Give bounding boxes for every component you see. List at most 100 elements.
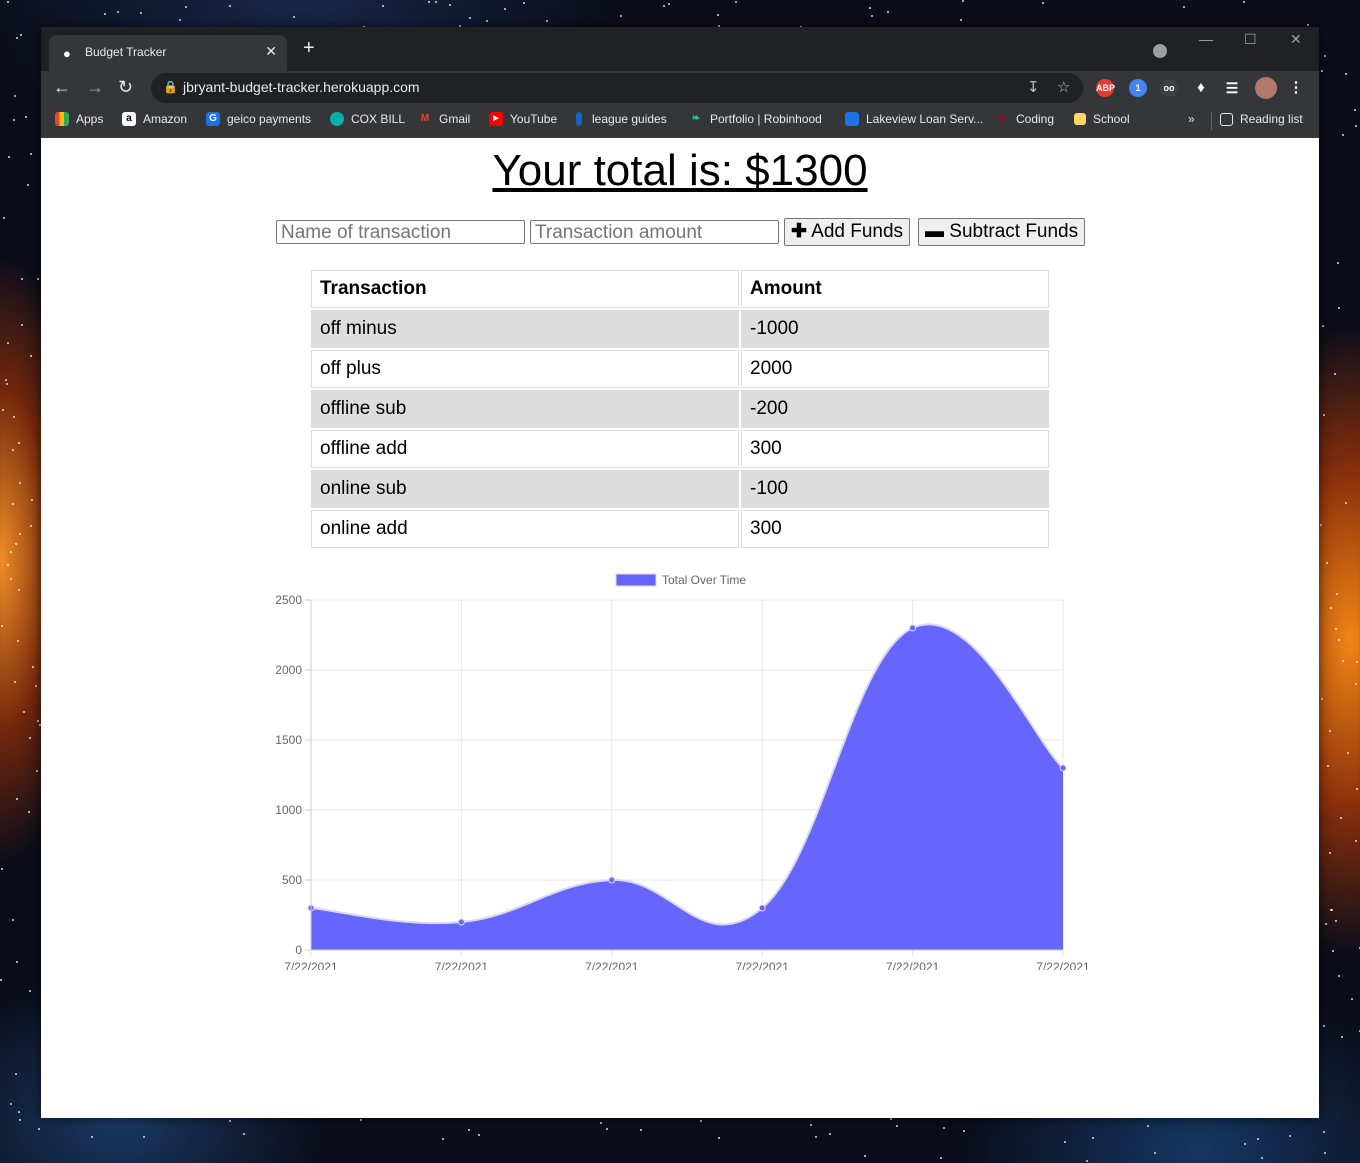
transaction-amount: -100: [741, 470, 1049, 508]
lock-icon: 🔒: [163, 80, 178, 94]
cox-icon: [330, 112, 344, 126]
browser-window: ● Budget Tracker ✕ + — ☐ ✕ ← → ↻ 🔒 jbrya…: [41, 27, 1319, 1118]
tab-budget-tracker[interactable]: ● Budget Tracker ✕: [49, 35, 287, 71]
back-icon[interactable]: ←: [53, 77, 71, 98]
transaction-amount: 300: [741, 430, 1049, 468]
transaction-name-input[interactable]: Name of transaction: [276, 220, 525, 244]
tab-search-icon[interactable]: [1153, 44, 1167, 58]
reading-list-icon: [1220, 112, 1233, 126]
more-bookmarks-icon[interactable]: »: [1188, 112, 1195, 126]
transaction-name: online sub: [311, 470, 739, 508]
y-tick-label: 1000: [275, 803, 302, 817]
bookmark-label: School: [1093, 112, 1130, 126]
bookmark-school[interactable]: School: [1074, 112, 1130, 126]
browser-toolbar: ← → ↻ 🔒 jbryant-budget-tracker.herokuapp…: [41, 71, 1319, 105]
bookmark-gmail[interactable]: M Gmail: [418, 112, 471, 126]
tab-title: Budget Tracker: [85, 45, 167, 59]
media-queue-icon[interactable]: ☰: [1223, 79, 1241, 97]
column-header-amount: Amount: [741, 270, 1049, 308]
folder-icon: [1074, 113, 1086, 125]
x-tick-label: 7/22/2021: [585, 960, 639, 970]
transaction-amount-input[interactable]: Transaction amount: [530, 220, 779, 244]
extension-badge-icon[interactable]: 1: [1129, 79, 1147, 97]
add-funds-label: Add Funds: [811, 221, 904, 242]
lakeview-icon: [845, 112, 859, 126]
divider: [1211, 112, 1212, 130]
transaction-name: online add: [311, 510, 739, 548]
close-icon[interactable]: ✕: [265, 43, 277, 60]
bookmark-youtube[interactable]: ▶ YouTube: [489, 112, 557, 126]
avatar[interactable]: [1255, 77, 1277, 99]
reload-icon[interactable]: ↻: [118, 77, 133, 98]
transaction-name: off plus: [311, 350, 739, 388]
geico-icon: G: [206, 112, 220, 126]
minus-icon: ▬: [925, 221, 944, 242]
x-tick-label: 7/22/2021: [886, 960, 940, 970]
table-header-row: Transaction Amount: [311, 270, 1049, 308]
series-area: [311, 624, 1063, 950]
table-row: off minus -1000: [311, 310, 1049, 348]
minimize-icon[interactable]: —: [1199, 31, 1213, 47]
bookmark-lakeview[interactable]: Lakeview Loan Serv...: [845, 112, 983, 126]
bookmark-apps[interactable]: Apps: [55, 112, 103, 126]
total-over-time-chart: 0 500 1000 1500 2000 2500 7/22/2021 7/22/2021 7/…: [275, 573, 1090, 970]
bookmark-label: Amazon: [143, 112, 188, 126]
data-point: [608, 876, 616, 884]
maximize-icon[interactable]: ☐: [1244, 31, 1257, 48]
bookmark-label: COX BILL: [351, 112, 406, 126]
install-icon[interactable]: ↧: [1027, 78, 1040, 96]
adblock-icon[interactable]: ABP: [1096, 79, 1115, 97]
column-header-transaction: Transaction: [311, 270, 739, 308]
subtract-funds-button[interactable]: ▬ Subtract Funds: [918, 218, 1086, 246]
bookmark-label: Lakeview Loan Serv...: [866, 112, 984, 126]
new-tab-icon[interactable]: +: [303, 38, 315, 58]
bookmark-label: Apps: [76, 112, 104, 126]
window-close-icon[interactable]: ✕: [1290, 31, 1302, 48]
tab-strip: ● Budget Tracker ✕ + — ☐ ✕: [41, 27, 1319, 71]
x-tick-label: 7/22/2021: [736, 960, 790, 970]
transaction-amount: -200: [741, 390, 1049, 428]
legend-swatch: [615, 573, 657, 587]
x-tick-label: 7/22/2021: [1036, 960, 1090, 970]
table-row: offline sub -200: [311, 390, 1049, 428]
address-bar[interactable]: 🔒 jbryant-budget-tracker.herokuapp.com ↧…: [151, 73, 1083, 103]
bookmark-geico[interactable]: G geico payments: [206, 112, 311, 126]
transaction-amount: 2000: [741, 350, 1049, 388]
transaction-amount: -1000: [741, 310, 1049, 348]
forward-icon[interactable]: →: [86, 77, 104, 98]
bookmark-coding[interactable]: A Coding: [995, 112, 1054, 126]
data-point: [457, 918, 465, 926]
subtract-funds-label: Subtract Funds: [949, 221, 1079, 242]
menu-icon[interactable]: ⋮: [1287, 79, 1305, 97]
glasses-extension-icon[interactable]: oo: [1160, 79, 1178, 97]
plus-icon: ✚: [791, 221, 807, 242]
youtube-icon: ▶: [489, 112, 503, 126]
transaction-name: off minus: [311, 310, 739, 348]
reading-list-label: Reading list: [1240, 112, 1303, 126]
bookmark-label: league guides: [592, 112, 667, 126]
bookmark-league-guides[interactable]: league guides: [576, 112, 667, 126]
transaction-name: offline add: [311, 430, 739, 468]
league-icon: [576, 112, 582, 126]
bookmark-label: Portfolio | Robinhood: [710, 112, 822, 126]
transaction-amount: 300: [741, 510, 1049, 548]
data-point: [1059, 764, 1067, 772]
gmail-icon: M: [420, 113, 430, 124]
puzzle-icon[interactable]: ♦: [1192, 79, 1210, 97]
page-content: Your total is: $1300 Name of transaction…: [41, 138, 1319, 1118]
add-funds-button[interactable]: ✚ Add Funds: [784, 218, 911, 246]
bookmark-cox[interactable]: COX BILL: [330, 112, 405, 126]
bookmark-label: Gmail: [439, 112, 471, 126]
bookmark-robinhood[interactable]: ❧ Portfolio | Robinhood: [689, 112, 822, 126]
bookmark-label: YouTube: [510, 112, 558, 126]
bookmark-label: geico payments: [227, 112, 312, 126]
data-point: [758, 904, 766, 912]
arizona-icon: A: [998, 113, 1006, 124]
star-icon[interactable]: ☆: [1057, 78, 1070, 96]
reading-list[interactable]: Reading list: [1220, 112, 1303, 126]
x-tick-label: 7/22/2021: [284, 960, 338, 970]
page-title: Your total is: $1300: [492, 146, 868, 195]
y-tick-label: 2500: [275, 593, 302, 607]
bookmark-amazon[interactable]: a Amazon: [122, 112, 187, 126]
y-tick-label: 2000: [275, 663, 302, 677]
